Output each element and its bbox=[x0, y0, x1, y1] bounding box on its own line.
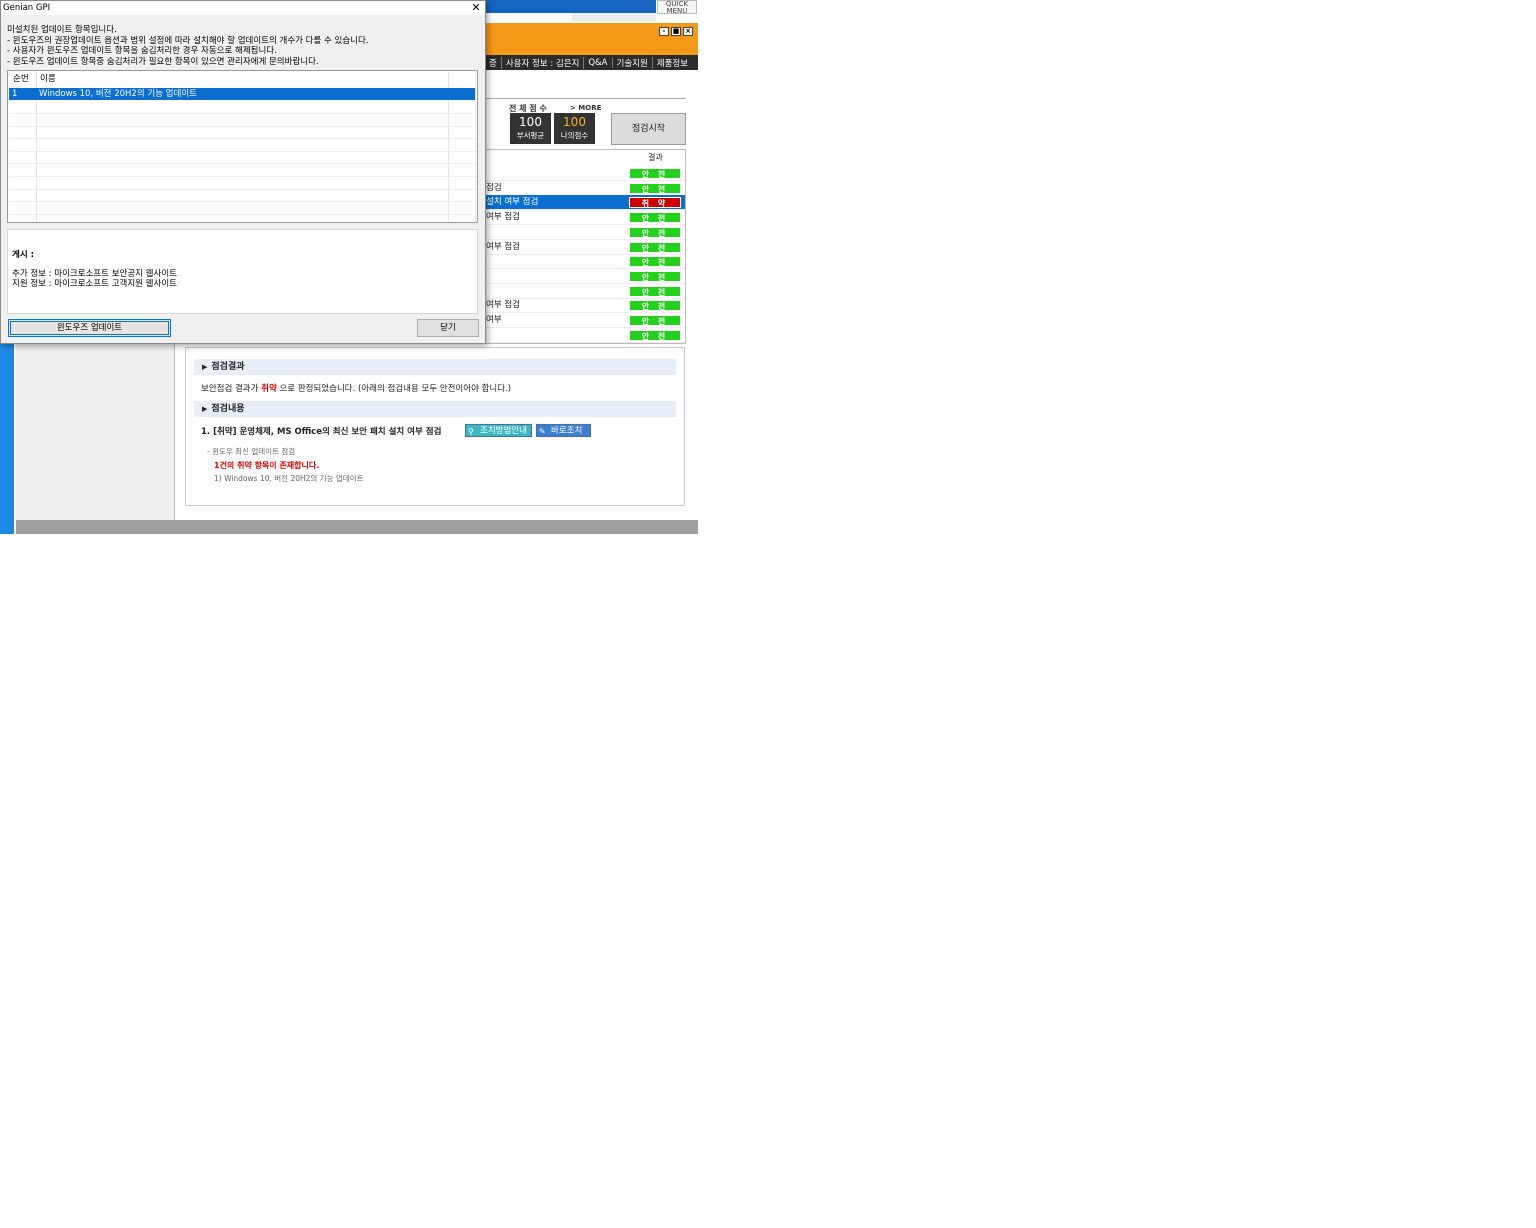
result-status-badge: 안 전 bbox=[629, 315, 681, 326]
grid-line bbox=[9, 201, 475, 203]
result-status-badge: 안 전 bbox=[629, 256, 681, 268]
top-strip-segment bbox=[572, 13, 656, 21]
result-row-label: 여부 점검 bbox=[486, 241, 520, 252]
close-button[interactable]: 닫기 bbox=[417, 319, 479, 337]
result-status-badge: 안 전 bbox=[629, 270, 681, 282]
row-index: 1 bbox=[12, 89, 18, 99]
guide-button-label: 조치방법안내 bbox=[480, 426, 527, 436]
left-blue-bar bbox=[0, 343, 14, 534]
nav-item-qna[interactable]: Q&A bbox=[584, 57, 613, 68]
info-heading: 게시 : bbox=[12, 250, 34, 260]
result-suffix: 으로 판정되었습니다. (아래의 점검내용 모두 안전이어야 합니다.) bbox=[276, 384, 512, 394]
nav-item-product-info[interactable]: 제품정보 bbox=[653, 57, 692, 69]
result-summary: 보안점검 결과가 취약 으로 판정되었습니다. (아래의 점검내용 모두 안전이… bbox=[201, 382, 511, 394]
fix-now-button-label: 바로조치 bbox=[551, 426, 583, 436]
grid-line bbox=[9, 188, 475, 190]
my-score: 100 나의점수 bbox=[554, 113, 595, 144]
message-line-2: - 윈도우즈의 권장업데이트 옵션과 범위 설정에 따라 설치해야 할 업데이트… bbox=[7, 36, 369, 46]
result-column-header: 결과 bbox=[648, 153, 663, 162]
row-name: Windows 10, 버전 20H2의 기능 업데이트 bbox=[39, 89, 197, 99]
dept-average-value: 100 bbox=[519, 115, 542, 129]
detail-panel: ▶ 점검결과 보안점검 결과가 취약 으로 판정되었습니다. (아래의 점검내용 … bbox=[185, 347, 685, 506]
more-link[interactable]: > MORE bbox=[570, 104, 601, 112]
wrench-icon: ✎ bbox=[539, 427, 546, 436]
message-line-4: - 윈도우즈 업데이트 항목중 숨김처리가 필요한 항목이 있으면 관리자에게 … bbox=[7, 57, 319, 67]
result-status-badge: 안 전 bbox=[629, 182, 681, 194]
column-header-index[interactable]: 순번 bbox=[13, 73, 29, 86]
fix-now-button[interactable]: ✎ 바로조치 bbox=[536, 424, 591, 437]
my-score-label: 나의점수 bbox=[560, 131, 589, 140]
left-side-panel bbox=[16, 343, 175, 520]
list-row-selected[interactable]: 1 Windows 10, 버전 20H2의 기능 업데이트 bbox=[9, 88, 475, 100]
info-additional[interactable]: 추가 정보 : 마이크로소프트 보안공지 웹사이트 bbox=[12, 269, 177, 279]
result-status-badge: 안 전 bbox=[629, 226, 681, 238]
minimize-button[interactable]: - bbox=[659, 27, 669, 36]
result-status-badge: 안 전 bbox=[629, 329, 681, 341]
message-line-3: - 사용자가 윈도우즈 업데이트 항목을 숨김처리한 경우 자동으로 해제됩니다… bbox=[7, 46, 277, 56]
dept-average-label: 부서평균 bbox=[516, 131, 545, 140]
grid-line bbox=[9, 226, 475, 228]
grid-line bbox=[9, 163, 475, 165]
magnifier-icon: ⚲ bbox=[468, 427, 474, 436]
nav-item-tech-support[interactable]: 기술지원 bbox=[613, 56, 653, 69]
result-status-badge: 안 전 bbox=[629, 300, 681, 312]
windows-update-button[interactable]: 윈도우즈 업데이트 bbox=[8, 319, 171, 337]
result-row-label: 여부 점검 bbox=[486, 212, 520, 223]
nav-item-user-info[interactable]: 사용자 정보 : 김은지 bbox=[502, 56, 585, 69]
triangle-icon: ▶ bbox=[202, 363, 208, 371]
result-row-label: 설치 여부 점검 bbox=[486, 197, 539, 208]
triangle-icon: ▶ bbox=[202, 405, 208, 413]
message-line-1: 미설치된 업데이트 항목입니다. bbox=[7, 25, 117, 35]
dialog-titlebar bbox=[1, 1, 485, 15]
result-status-badge: 안 전 bbox=[629, 212, 681, 224]
grid-line bbox=[9, 138, 475, 140]
result-row-label: 여부 bbox=[486, 315, 502, 325]
sub-warning: 1건의 취약 항목이 존재합니다. bbox=[214, 461, 320, 470]
dept-average-score: 100 부서평균 bbox=[510, 113, 551, 144]
close-app-button[interactable]: × bbox=[683, 27, 693, 36]
bottom-status-bar bbox=[16, 520, 698, 534]
result-status-badge: 안 전 bbox=[629, 285, 681, 297]
top-nav-bar: 증 사용자 정보 : 김은지 Q&A 기술지원 제품정보 bbox=[485, 55, 698, 70]
grid-line bbox=[9, 113, 475, 114]
result-status: 취약 bbox=[261, 384, 277, 394]
result-section-header: ▶ 점검결과 bbox=[194, 359, 676, 375]
sub-check-label: - 윈도우 최신 업데이트 점검 bbox=[207, 447, 296, 456]
content-section-title: 점검내용 bbox=[211, 404, 245, 414]
maximize-button[interactable]: ■ bbox=[671, 27, 681, 36]
result-status-badge: 취 약 bbox=[629, 197, 681, 209]
quick-menu-button[interactable]: QUICK MENU bbox=[657, 0, 697, 15]
column-header-name[interactable]: 이름 bbox=[40, 73, 56, 86]
divider bbox=[485, 98, 686, 99]
nav-item-cert[interactable]: 증 bbox=[485, 56, 502, 69]
missing-updates-dialog: Genian GPI ✕ 미설치된 업데이트 항목입니다. - 윈도우즈의 권장… bbox=[0, 0, 486, 344]
dialog-title: Genian GPI bbox=[3, 3, 51, 13]
grid-line bbox=[9, 150, 475, 152]
start-check-button[interactable]: 점검시작 bbox=[611, 113, 686, 145]
result-prefix: 보안점검 결과가 bbox=[201, 384, 262, 394]
content-section-header: ▶ 점검내용 bbox=[194, 401, 676, 417]
grid-line bbox=[9, 125, 475, 127]
my-score-value: 100 bbox=[563, 115, 586, 129]
result-row-label: 점검 bbox=[486, 182, 502, 193]
info-support[interactable]: 지원 정보 : 마이크로소프트 고객지원 웹사이트 bbox=[12, 279, 177, 289]
grid-line bbox=[9, 176, 475, 177]
close-icon[interactable]: ✕ bbox=[467, 1, 485, 15]
sub-item: 1) Windows 10, 버전 20H2의 기능 업데이트 bbox=[214, 474, 364, 483]
result-section-title: 점검결과 bbox=[211, 362, 245, 372]
guide-button[interactable]: ⚲ 조치방법안내 bbox=[465, 424, 532, 437]
grid-line bbox=[475, 72, 476, 222]
grid-line bbox=[9, 213, 475, 215]
result-row-label: 여부 점검 bbox=[486, 300, 520, 311]
result-status-badge: 안 전 bbox=[629, 168, 681, 179]
check-item-title: 1. [취약] 운영체제, MS Office의 최신 보안 패치 설치 여부 … bbox=[201, 427, 442, 437]
result-status-badge: 안 전 bbox=[629, 241, 681, 253]
